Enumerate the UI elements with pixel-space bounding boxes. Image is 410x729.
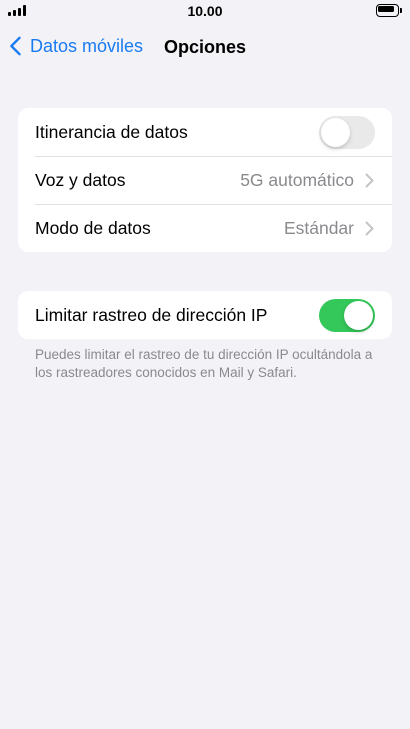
chevron-left-icon	[10, 36, 21, 56]
limit-ip-label: Limitar rastreo de dirección IP	[35, 304, 268, 325]
roaming-toggle[interactable]	[319, 116, 375, 149]
chevron-right-icon	[365, 221, 374, 236]
data-mode-value: Estándar	[283, 217, 354, 238]
toggle-knob	[321, 118, 350, 147]
chevron-right-icon	[365, 173, 374, 188]
limit-ip-footer-text: Puedes limitar el rastreo de tu direcció…	[35, 347, 373, 380]
battery-icon	[376, 4, 402, 17]
limit-ip-toggle[interactable]	[319, 299, 375, 332]
voice-data-label: Voz y datos	[35, 169, 126, 190]
data-mode-label: Modo de datos	[35, 217, 151, 238]
settings-group-data: Itinerancia de datos Voz y datos 5G auto…	[18, 108, 392, 252]
back-button-label: Datos móviles	[30, 35, 144, 56]
toggle-knob	[344, 301, 373, 330]
settings-group-privacy: Limitar rastreo de dirección IP	[18, 291, 392, 339]
status-time: 10.00	[187, 3, 223, 19]
back-button[interactable]: Datos móviles	[8, 34, 143, 58]
roaming-label: Itinerancia de datos	[35, 121, 188, 142]
page-title: Opciones	[164, 37, 247, 57]
voice-data-row[interactable]: Voz y datos 5G automático	[18, 156, 392, 204]
limit-ip-row: Limitar rastreo de dirección IP	[18, 291, 392, 339]
data-mode-row[interactable]: Modo de datos Estándar	[18, 204, 392, 252]
voice-data-value: 5G automático	[240, 169, 354, 190]
navigation-bar: Datos móviles Opciones	[0, 30, 410, 62]
roaming-row: Itinerancia de datos	[18, 108, 392, 156]
status-bar: 10.00	[0, 0, 410, 22]
